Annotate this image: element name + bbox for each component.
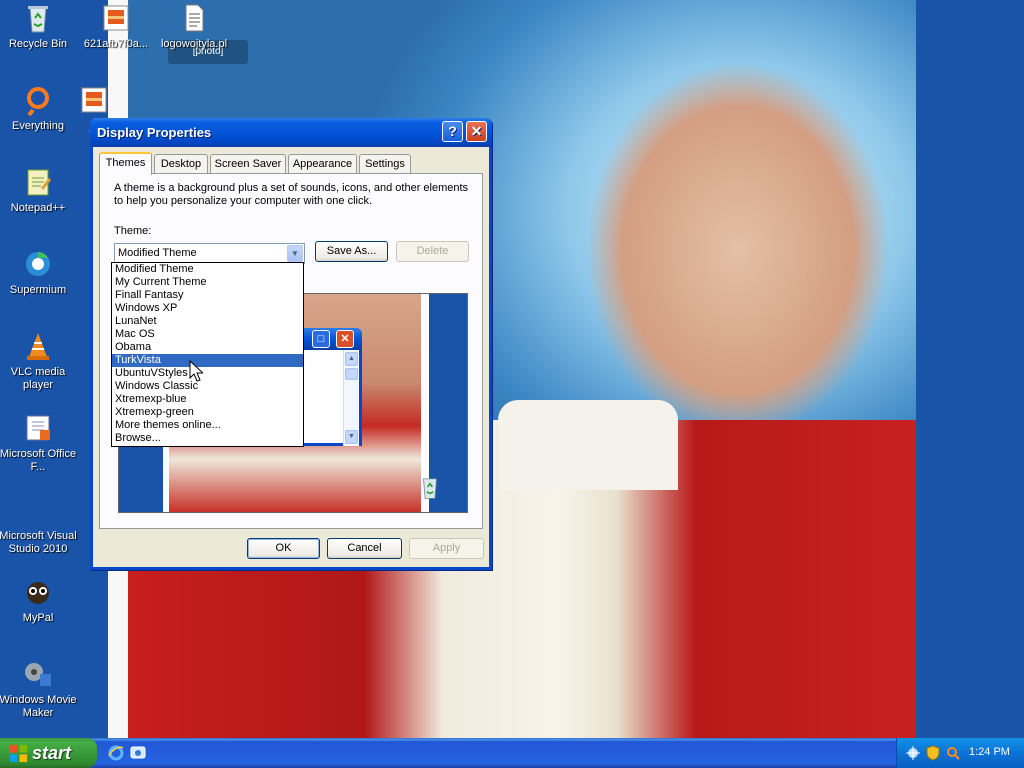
desktop-icon-label: 621afb7f0a... (83, 38, 149, 50)
tab-screen-saver[interactable]: Screen Saver (210, 154, 286, 174)
close-icon: ✕ (336, 330, 354, 348)
scroll-down-icon: ▼ (345, 430, 358, 444)
mypal-browser-icon (27, 582, 49, 604)
desktop-icon-label: MyPal (22, 612, 54, 624)
theme-option[interactable]: Windows Classic (112, 380, 303, 393)
theme-option[interactable]: Windows XP (112, 302, 303, 315)
tab-themes[interactable]: Themes (99, 152, 152, 175)
desktop-icon-everything[interactable]: Everything (0, 84, 78, 133)
theme-option-highlighted[interactable]: TurkVista (112, 354, 303, 367)
show-desktop-icon[interactable] (129, 744, 147, 762)
theme-option[interactable]: Obama (112, 341, 303, 354)
theme-option[interactable]: Finall Fantasy (112, 289, 303, 302)
desktop-icon-visual-studio[interactable]: Microsoft Visual Studio 2010 (0, 494, 78, 556)
text-file-icon (185, 4, 204, 32)
tab-appearance[interactable]: Appearance (288, 154, 357, 174)
security-shield-icon[interactable] (925, 745, 941, 761)
office-icon (26, 415, 50, 441)
desktop-icon-office[interactable]: Microsoft Office F... (0, 412, 78, 474)
scroll-up-icon: ▲ (345, 352, 358, 366)
search-icon[interactable] (945, 745, 961, 761)
theme-option[interactable]: Xtremexp-blue (112, 393, 303, 406)
start-button[interactable]: start (0, 738, 97, 768)
delete-button[interactable]: Delete (396, 241, 469, 262)
apply-button[interactable]: Apply (409, 538, 484, 559)
visual-studio-icon (26, 505, 50, 515)
recycle-bin-icon (423, 478, 437, 499)
desktop-icon-label: Microsoft Office F... (0, 448, 77, 473)
desktop-icon-label: Microsoft Visual Studio 2010 (0, 530, 77, 555)
taskbar: start 1:24 PM (0, 738, 1024, 768)
network-icon[interactable] (905, 745, 921, 761)
theme-dropdown-list[interactable]: Modified Theme My Current Theme Finall F… (111, 262, 304, 447)
desktop-icon-label: Recycle Bin (8, 38, 68, 50)
supermium-browser-icon (26, 252, 50, 276)
maximize-icon: □ (312, 330, 330, 348)
desktop-icon-supermium[interactable]: Supermium (0, 248, 78, 297)
tab-settings[interactable]: Settings (359, 154, 411, 174)
theme-option[interactable]: More themes online... (112, 419, 303, 432)
theme-option[interactable]: Mac OS (112, 328, 303, 341)
scroll-thumb (345, 368, 358, 380)
desktop-icon-mypal[interactable]: MyPal (0, 576, 78, 625)
desktop-icon-vlc[interactable]: VLC media player (0, 330, 78, 392)
movie-maker-icon (25, 663, 51, 686)
window-title: Display Properties (97, 125, 212, 140)
ok-button[interactable]: OK (247, 538, 320, 559)
close-button[interactable]: ✕ (466, 121, 487, 142)
theme-label: Theme: (114, 225, 152, 237)
theme-option[interactable]: Xtremexp-green (112, 406, 303, 419)
recycle-bin-icon (28, 6, 48, 33)
desktop-icon-label: Supermium (9, 284, 67, 296)
theme-option[interactable]: LunaNet (112, 315, 303, 328)
chevron-down-icon[interactable]: ▼ (287, 245, 303, 262)
wallpaper-collar (498, 400, 678, 490)
window-titlebar[interactable]: Display Properties ? ✕ (90, 118, 492, 147)
internet-explorer-icon[interactable] (107, 744, 125, 762)
image-file-icon (103, 5, 129, 31)
tab-desktop[interactable]: Desktop (154, 154, 208, 174)
desktop-icon-label: Notepad++ (10, 202, 66, 214)
help-button[interactable]: ? (442, 121, 463, 142)
save-as-button[interactable]: Save As... (315, 241, 388, 262)
desktop-icon-label: logowojtyla.pl (160, 38, 228, 50)
everything-search-icon (27, 87, 49, 116)
notepad-plus-plus-icon (27, 169, 51, 196)
theme-select-value: Modified Theme (118, 247, 197, 259)
theme-option[interactable]: My Current Theme (112, 276, 303, 289)
desktop-icon-recycle-bin[interactable]: Recycle Bin (0, 2, 78, 51)
desktop-icon-image-file[interactable]: 621afb7f0a... (76, 2, 156, 51)
desktop-icon-text-file[interactable]: logowojtyla.pl (154, 2, 234, 51)
theme-option[interactable]: UbuntuVStyles (112, 367, 303, 380)
theme-option[interactable]: Browse... (112, 432, 303, 445)
clock[interactable]: 1:24 PM (969, 746, 1010, 758)
desktop-icon-label: Windows Movie Maker (0, 694, 77, 719)
desktop-icon-label: VLC media player (10, 366, 66, 391)
themes-description: A theme is a background plus a set of so… (114, 182, 469, 207)
desktop-icon-movie-maker[interactable]: Windows Movie Maker (0, 658, 78, 720)
vlc-icon (27, 333, 49, 360)
desktop-icon-notepad-plus-plus[interactable]: Notepad++ (0, 166, 78, 215)
windows-flag-icon (9, 744, 28, 763)
start-label: start (32, 743, 72, 763)
theme-select[interactable]: Modified Theme ▼ (114, 243, 305, 264)
system-tray: 1:24 PM (896, 738, 1024, 768)
cancel-button[interactable]: Cancel (327, 538, 402, 559)
mouse-cursor-icon (189, 360, 203, 382)
image-file-icon (81, 87, 107, 113)
theme-option[interactable]: Modified Theme (112, 263, 303, 276)
desktop-icon-label: Everything (12, 120, 64, 132)
preview-scrollbar: ▲ ▼ (343, 350, 359, 446)
desktop-right-area (916, 0, 1024, 738)
